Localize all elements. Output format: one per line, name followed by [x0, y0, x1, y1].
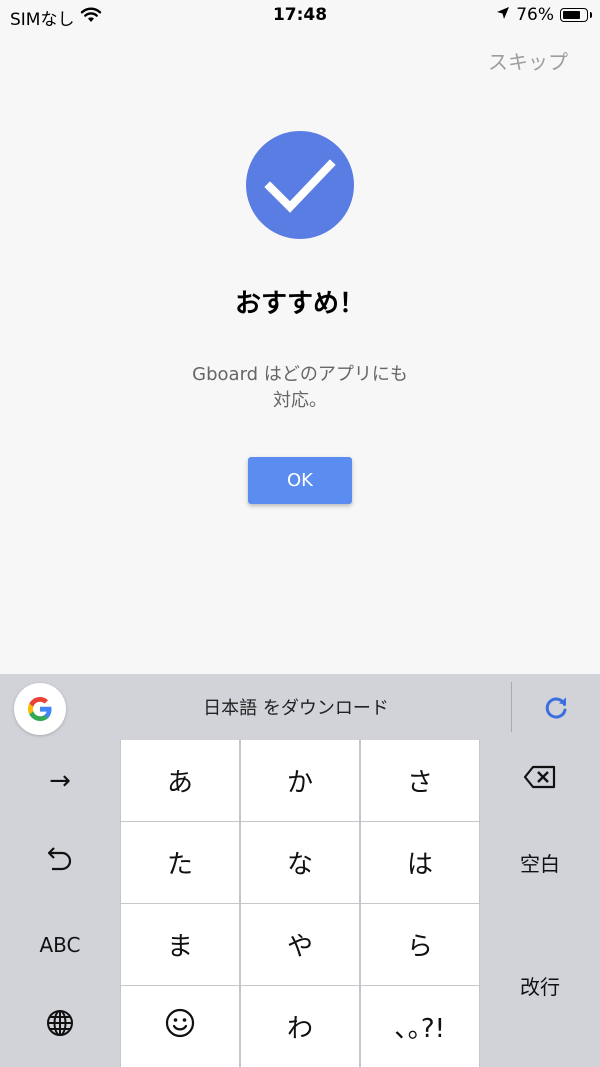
suggestion-bar: 日本語 をダウンロード — [0, 674, 600, 740]
backspace-key[interactable] — [480, 740, 600, 821]
globe-icon — [45, 1008, 75, 1045]
google-logo-icon[interactable] — [14, 683, 66, 735]
key-wa[interactable]: わ — [241, 986, 359, 1067]
undo-icon — [45, 844, 75, 881]
key-ka[interactable]: か — [241, 740, 359, 821]
space-key[interactable]: 空白 — [480, 822, 600, 903]
abc-key[interactable]: ABC — [0, 904, 120, 985]
arrow-key[interactable]: → — [0, 740, 120, 821]
globe-key[interactable] — [0, 986, 120, 1067]
key-ha[interactable]: は — [361, 822, 479, 903]
key-ya[interactable]: や — [241, 904, 359, 985]
enter-key[interactable]: 改行 — [480, 904, 600, 1067]
description-line-2: 対応。 — [273, 390, 327, 411]
download-suggestion[interactable]: 日本語 をダウンロード — [100, 694, 492, 720]
battery-percent: 76% — [516, 5, 554, 25]
keyboard: 日本語 をダウンロード → あ か さ た な は 空白 ABC ま や ら 改… — [0, 674, 600, 1067]
key-ma[interactable]: ま — [121, 904, 239, 985]
status-bar: SIMなし 17:48 76% — [0, 0, 600, 32]
skip-button[interactable]: スキップ — [488, 46, 568, 75]
backspace-icon — [523, 765, 557, 796]
key-a[interactable]: あ — [121, 740, 239, 821]
battery-icon — [560, 8, 592, 22]
refresh-icon[interactable] — [540, 692, 572, 724]
undo-key[interactable] — [0, 822, 120, 903]
key-sa[interactable]: さ — [361, 740, 479, 821]
emoji-key[interactable] — [121, 986, 239, 1067]
check-circle-icon — [246, 131, 354, 239]
suggestion-divider — [511, 682, 512, 732]
key-na[interactable]: な — [241, 822, 359, 903]
ok-button[interactable]: OK — [248, 457, 352, 504]
smiley-icon — [164, 1007, 196, 1046]
page-title: おすすめ！ — [234, 289, 365, 319]
key-ra[interactable]: ら — [361, 904, 479, 985]
key-ta[interactable]: た — [121, 822, 239, 903]
punctuation-key[interactable]: ､｡?! — [361, 986, 479, 1067]
location-arrow-icon — [496, 5, 510, 25]
description-line-1: Gboard はどのアプリにも — [192, 364, 408, 385]
description: Gboard はどのアプリにも 対応。 — [150, 362, 450, 414]
